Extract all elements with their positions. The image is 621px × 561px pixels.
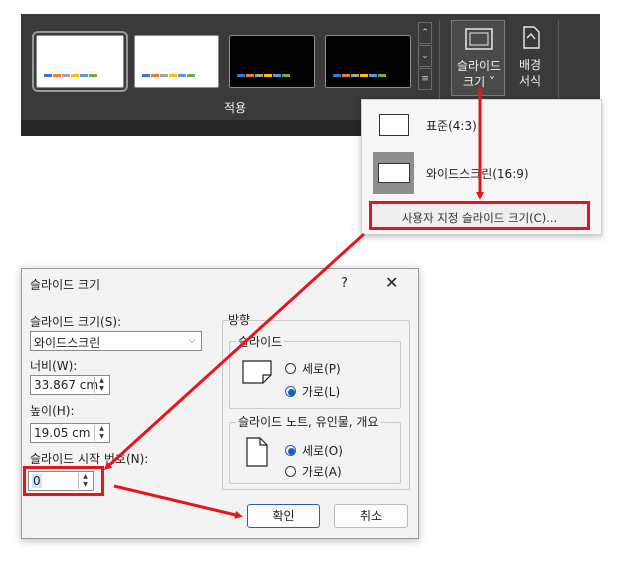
color-bars: [44, 74, 97, 77]
width-spin-buttons[interactable]: ▲ ▼: [94, 377, 108, 393]
gallery-scroll: ⌃ ⌄ ≡: [418, 22, 432, 92]
width-value: 33.867 cm: [34, 378, 99, 392]
color-swatch: [342, 74, 350, 77]
start-number-spinner[interactable]: 0 ▲ ▼: [28, 471, 94, 491]
notes-landscape-radio[interactable]: [285, 466, 296, 477]
notes-portrait-radio[interactable]: [285, 445, 296, 456]
color-swatch: [378, 74, 386, 77]
color-bars: [333, 74, 386, 77]
slides-portrait-label: 세로(P): [302, 362, 341, 376]
slide-size-select[interactable]: 와이드스크린 ⌵: [30, 331, 202, 351]
color-swatch: [360, 74, 368, 77]
color-swatch: [333, 74, 341, 77]
custom-slide-size-label: 사용자 지정 슬라이드 크기(C)...: [401, 211, 558, 225]
apply-group-label: 적용: [223, 101, 247, 115]
slide-size-button[interactable]: 슬라이드 크기 ˅: [451, 20, 505, 96]
start-number-field-label: 슬라이드 시작 번호(N):: [30, 452, 149, 466]
color-swatch: [151, 74, 159, 77]
color-swatch: [71, 74, 79, 77]
color-swatch: [255, 74, 263, 77]
slide-size-icon: [465, 28, 493, 50]
chevron-down-icon: ⌵: [188, 336, 196, 346]
slides-portrait-radio[interactable]: [285, 363, 296, 374]
menu-item-standard[interactable]: 표준(4:3): [362, 104, 601, 144]
start-number-spin-buttons[interactable]: ▲ ▼: [78, 473, 92, 489]
color-swatch: [169, 74, 177, 77]
spin-down-icon[interactable]: ▼: [95, 433, 108, 441]
portrait-page-icon: [246, 437, 268, 467]
color-swatch: [282, 74, 290, 77]
color-swatch: [264, 74, 272, 77]
color-swatch: [160, 74, 168, 77]
close-button[interactable]: ✕: [385, 273, 398, 292]
format-background-label-1: 배경: [518, 58, 542, 72]
cancel-button[interactable]: 취소: [334, 504, 408, 528]
color-swatch: [89, 74, 97, 77]
format-background-label-2: 서식: [518, 74, 542, 88]
spin-up-icon[interactable]: ▲: [95, 425, 108, 433]
color-swatch: [53, 74, 61, 77]
color-swatch: [246, 74, 254, 77]
spin-down-icon[interactable]: ▼: [95, 385, 108, 393]
gallery-scroll-up-button[interactable]: ⌃: [418, 22, 432, 44]
theme-thumbnail-2[interactable]: [134, 35, 219, 88]
help-button[interactable]: ?: [341, 276, 348, 291]
notes-landscape-label: 가로(A): [302, 465, 342, 479]
custom-slide-size-item[interactable]: 사용자 지정 슬라이드 크기(C)...: [369, 201, 590, 230]
slide-size-label-2: 크기 ˅: [463, 75, 495, 89]
theme-thumbnail-1[interactable]: [32, 31, 128, 92]
slides-group-label: 슬라이드: [236, 333, 285, 350]
color-swatch: [44, 74, 52, 77]
color-bars: [237, 74, 290, 77]
height-spinner[interactable]: 19.05 cm ▲ ▼: [30, 423, 110, 443]
color-swatch: [142, 74, 150, 77]
gallery-more-button[interactable]: ≡: [418, 68, 432, 90]
spin-up-icon[interactable]: ▲: [79, 473, 92, 481]
width-field-label: 너비(W):: [30, 359, 78, 373]
slide-size-label-1: 슬라이드: [456, 59, 502, 73]
slide-size-field-label: 슬라이드 크기(S):: [30, 315, 122, 329]
color-bars: [142, 74, 195, 77]
notes-portrait-label: 세로(O): [302, 444, 343, 458]
slides-landscape-radio[interactable]: [285, 386, 296, 397]
widescreen-size-icon: [378, 163, 410, 183]
slides-landscape-label: 가로(L): [302, 385, 341, 399]
color-swatch: [62, 74, 70, 77]
color-swatch: [237, 74, 245, 77]
format-background-icon: [523, 26, 540, 49]
notes-group-label: 슬라이드 노트, 유인물, 개요: [236, 413, 381, 430]
menu-item-standard-label: 표준(4:3): [426, 119, 477, 133]
width-spinner[interactable]: 33.867 cm ▲ ▼: [30, 375, 110, 395]
theme-thumbnail-4[interactable]: [325, 35, 411, 88]
format-background-button[interactable]: 배경 서식: [508, 20, 552, 96]
theme-thumbnail-3[interactable]: [229, 35, 315, 88]
slide-size-select-value: 와이드스크린: [34, 336, 101, 350]
ok-button[interactable]: 확인: [247, 504, 320, 528]
color-swatch: [187, 74, 195, 77]
height-field-label: 높이(H):: [30, 404, 75, 418]
spin-up-icon[interactable]: ▲: [95, 377, 108, 385]
color-swatch: [273, 74, 281, 77]
height-value: 19.05 cm: [34, 426, 91, 440]
landscape-page-icon: [242, 360, 272, 384]
standard-size-icon: [379, 114, 409, 136]
height-spin-buttons[interactable]: ▲ ▼: [94, 425, 108, 441]
color-swatch: [351, 74, 359, 77]
gallery-scroll-down-button[interactable]: ⌄: [418, 45, 432, 67]
spin-down-icon[interactable]: ▼: [79, 481, 92, 489]
menu-item-widescreen-label: 와이드스크린(16:9): [426, 167, 529, 181]
color-swatch: [178, 74, 186, 77]
start-number-value: 0: [32, 474, 42, 488]
menu-item-widescreen[interactable]: 와이드스크린(16:9): [362, 150, 601, 194]
dialog-title: 슬라이드 크기: [30, 278, 101, 292]
color-swatch: [369, 74, 377, 77]
color-swatch: [80, 74, 88, 77]
